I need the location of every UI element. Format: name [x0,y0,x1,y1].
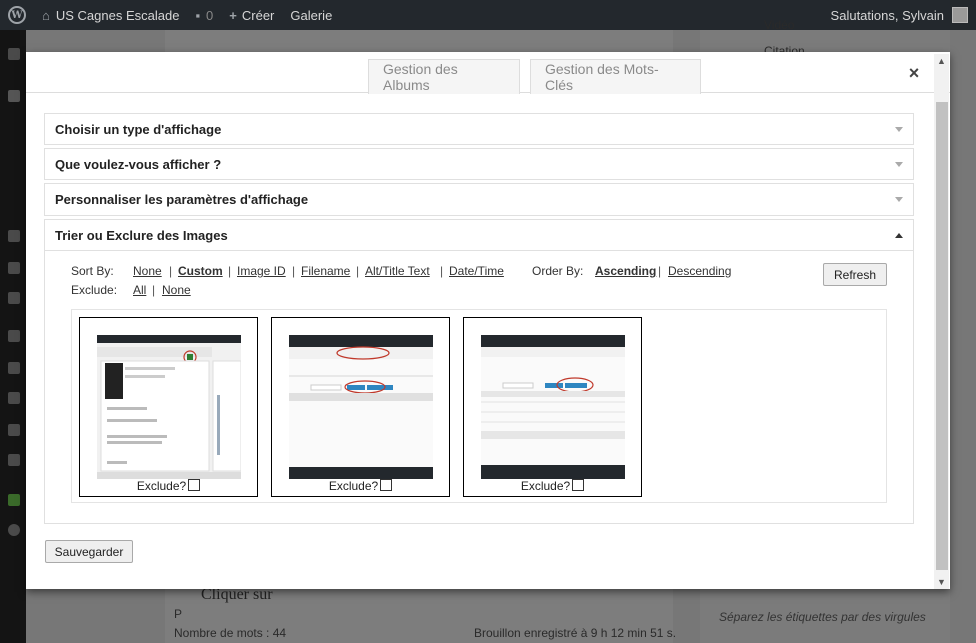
sort-filename-link[interactable]: Filename [301,264,350,278]
order-by-label: Order By: [532,264,584,278]
screenshot-preview-graphic [481,335,625,479]
settings-icon [8,454,20,466]
menu-icon [8,48,20,60]
admin-bar: W ⌂ US Cagnes Escalade ▪ 0 + Créer Galer… [0,0,976,30]
gallery-modal: Gestion des Albums Gestion des Mots-Clés… [26,52,950,589]
thumbnail-preview [481,335,625,479]
comments-link[interactable]: ▪ 0 [187,0,221,30]
exclude-checkbox-label: Exclude? [464,479,641,493]
exclude-checkbox[interactable] [188,479,201,491]
chevron-down-icon [895,197,903,202]
exclude-none-link[interactable]: None [162,283,191,297]
tags-hint: Séparez les étiquettes par des virgules [719,610,926,624]
section-display-settings[interactable]: Personnaliser les paramètres d'affichage [44,183,914,216]
admin-sidebar [0,30,26,643]
separator: | [658,264,662,278]
tools-icon [8,424,20,436]
image-thumbnail[interactable]: Exclude? [271,317,450,497]
scroll-down-icon[interactable]: ▼ [934,575,949,589]
sort-image-id-link[interactable]: Image ID [237,264,286,278]
sort-date-time-link[interactable]: Date/Time [449,264,504,278]
exclude-checkbox-label: Exclude? [80,479,257,493]
comments-icon [8,292,20,304]
draft-saved-status: Brouillon enregistré à 9 h 12 min 51 s. [474,626,677,640]
collapse-icon [8,524,20,536]
scrollbar-thumb[interactable] [936,102,948,570]
modal-scrollbar[interactable]: ▲ ▼ [934,54,949,589]
exclude-all-link[interactable]: All [133,283,146,297]
thumbnail-preview [289,335,433,479]
save-button[interactable]: Sauvegarder [45,540,133,563]
order-descending-link[interactable]: Descending [668,264,731,278]
gallery-plugin-icon [8,494,20,506]
new-content-menu[interactable]: + Créer [221,0,282,30]
plus-icon: + [229,7,237,23]
tab-albums[interactable]: Gestion des Albums [368,59,520,94]
home-icon: ⌂ [42,7,50,23]
chevron-down-icon [895,127,903,132]
comment-icon: ▪ [195,7,201,23]
pin-icon [8,90,20,102]
order-ascending-link[interactable]: Ascending [595,264,656,278]
sort-custom-link[interactable]: Custom [178,264,223,278]
separator: | [292,264,296,278]
tab-keywords[interactable]: Gestion des Mots-Clés [530,59,701,94]
separator: | [440,264,444,278]
section-sort-exclude[interactable]: Trier ou Exclure des Images [44,219,914,251]
wordpress-icon: W [8,6,26,24]
image-thumbnail[interactable]: Exclude? [79,317,258,497]
separator: | [152,283,156,297]
refresh-button[interactable]: Refresh [823,263,887,286]
scroll-up-icon[interactable]: ▲ [934,54,949,68]
chevron-down-icon [895,162,903,167]
separator: | [356,264,360,278]
appearance-icon [8,330,20,342]
format-video-label: Vidéo [764,18,795,32]
sort-by-label: Sort By: [71,264,114,278]
exclude-label: Exclude: [71,283,118,297]
separator: | [169,264,173,278]
sort-none-link[interactable]: None [133,264,162,278]
exclude-checkbox[interactable] [572,479,585,491]
chevron-up-icon [895,233,903,238]
sort-alt-title-link[interactable]: Alt/Title Text [365,264,430,278]
section-what-to-display[interactable]: Que voulez-vous afficher ? [44,148,914,180]
close-icon[interactable]: × [906,64,922,82]
plugins-icon [8,362,20,374]
media-icon [8,230,20,242]
exclude-checkbox-label: Exclude? [272,479,449,493]
wp-logo-menu[interactable]: W [0,0,34,30]
section-display-type[interactable]: Choisir un type d'affichage [44,113,914,145]
my-account-menu[interactable]: Salutations, Sylvain [823,0,976,30]
gallery-menu[interactable]: Galerie [282,0,340,30]
screenshot-preview-graphic [289,335,433,479]
editor-path-label: P [174,607,183,621]
image-thumbnail[interactable]: Exclude? [463,317,642,497]
modal-content: Choisir un type d'affichage Que voulez-v… [44,113,914,524]
separator: | [228,264,232,278]
pages-icon [8,262,20,274]
exclude-checkbox[interactable] [380,479,393,491]
users-icon [8,392,20,404]
site-name-link[interactable]: ⌂ US Cagnes Escalade [34,0,187,30]
avatar [952,7,968,23]
modal-tabs: Gestion des Albums Gestion des Mots-Clés [26,52,950,94]
screenshot-preview-graphic [97,335,241,479]
word-count: Nombre de mots : 44 [174,626,287,640]
thumbnail-preview [97,335,241,479]
image-thumbnails-area: Exclude? Exclude? Exclude? [71,309,887,503]
sort-exclude-panel: Sort By: None | Custom | Image ID | File… [44,251,914,524]
